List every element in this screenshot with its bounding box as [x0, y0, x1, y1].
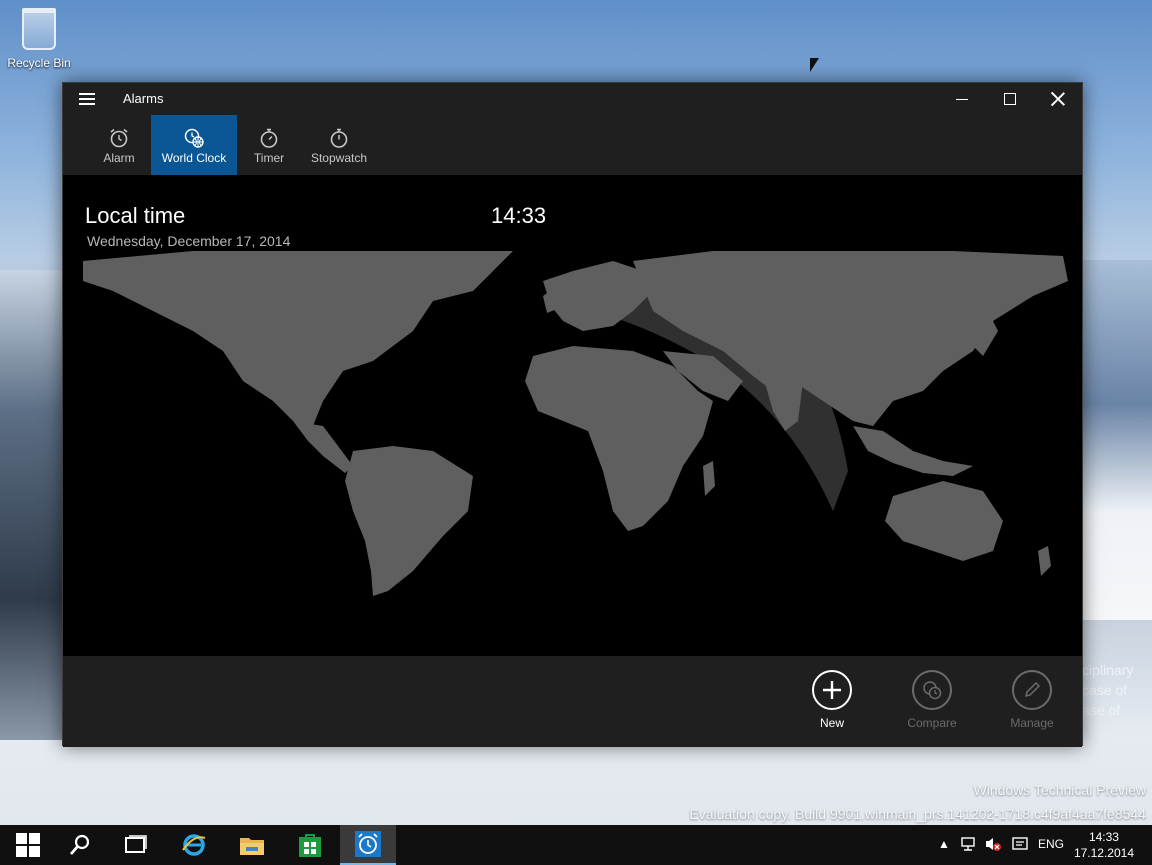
background-window-text: ciplinary case of ase of: [1082, 660, 1152, 720]
manage-button[interactable]: Manage: [992, 670, 1072, 730]
tab-alarm[interactable]: Alarm: [87, 115, 151, 175]
command-bar: New Compare Manage: [63, 656, 1082, 747]
search-icon: [69, 834, 90, 855]
alarms-app-icon: [355, 831, 381, 857]
file-explorer-button[interactable]: [224, 825, 280, 865]
start-button[interactable]: [0, 825, 56, 865]
hamburger-menu-icon[interactable]: [79, 93, 95, 105]
desktop-wallpaper-mountain-right: [1072, 260, 1152, 620]
compare-button[interactable]: Compare: [892, 670, 972, 730]
stopwatch-icon: [330, 128, 348, 148]
folder-icon: [240, 838, 264, 855]
maximize-button[interactable]: [986, 83, 1034, 115]
compare-button-label: Compare: [907, 716, 957, 730]
tab-bar: Alarm World Clock Timer Stopwatch: [63, 115, 1082, 175]
maximize-icon: [1004, 93, 1016, 105]
compare-clocks-icon: [912, 670, 952, 710]
search-button[interactable]: [52, 825, 108, 865]
show-hidden-icons-chevron-up-icon[interactable]: ▲: [938, 837, 950, 851]
tab-stopwatch[interactable]: Stopwatch: [301, 115, 377, 175]
pencil-icon: [1012, 670, 1052, 710]
minimize-icon: [956, 98, 968, 100]
store-button[interactable]: [282, 825, 338, 865]
internet-explorer-button[interactable]: [166, 825, 222, 865]
new-button[interactable]: New: [792, 670, 872, 730]
window-title: Alarms: [123, 91, 164, 106]
watermark-edition: Windows Technical Preview: [973, 782, 1146, 798]
recycle-bin-shortcut[interactable]: Recycle Bin: [6, 8, 72, 72]
background-text-line: ase of: [1082, 702, 1121, 718]
internet-explorer-icon: [182, 834, 206, 856]
volume-muted-icon[interactable]: [984, 836, 1002, 855]
recycle-bin-label: Recycle Bin: [7, 56, 71, 70]
manage-button-label: Manage: [1010, 716, 1054, 730]
tab-world-clock[interactable]: World Clock: [151, 115, 237, 175]
recycle-bin-icon: [22, 8, 56, 50]
store-icon: [299, 834, 321, 857]
close-button[interactable]: [1034, 83, 1082, 115]
alarms-taskbar-button[interactable]: [340, 825, 396, 865]
action-center-icon[interactable]: [1012, 836, 1028, 855]
tab-timer-label: Timer: [253, 151, 285, 165]
world-clock-icon: [184, 128, 204, 148]
background-text-line: ciplinary: [1082, 662, 1134, 678]
taskbar-clock[interactable]: 14:33 17.12.2014: [1074, 829, 1134, 861]
add-icon: [812, 670, 852, 710]
taskbar: ▲ ENG 14:33 17.12.2014: [0, 825, 1152, 865]
taskbar-time: 14:33: [1088, 830, 1119, 844]
alarm-clock-icon: [110, 128, 128, 148]
taskbar-date: 17.12.2014: [1073, 846, 1134, 860]
language-indicator[interactable]: ENG: [1038, 837, 1064, 851]
local-time-value: 14:33: [491, 203, 547, 228]
timer-icon: [260, 128, 278, 148]
title-bar[interactable]: Alarms: [63, 83, 1082, 115]
close-icon: [1051, 92, 1065, 106]
tab-world-clock-label: World Clock: [161, 151, 227, 165]
watermark-build: Evaluation copy. Build 9901.winmain_prs.…: [689, 806, 1146, 822]
tab-timer[interactable]: Timer: [237, 115, 301, 175]
task-view-icon: [125, 835, 147, 853]
minimize-button[interactable]: [938, 83, 986, 115]
mouse-cursor-icon: [810, 58, 819, 72]
alarms-window: Alarms Alarm World Clock Timer Stopwatch…: [62, 82, 1083, 747]
world-map[interactable]: [73, 251, 1073, 621]
tab-alarm-label: Alarm: [103, 151, 135, 165]
background-text-line: case of: [1082, 682, 1128, 698]
network-icon[interactable]: [960, 836, 976, 855]
local-date: Wednesday, December 17, 2014: [87, 233, 291, 249]
tab-stopwatch-label: Stopwatch: [310, 151, 368, 165]
new-button-label: New: [819, 716, 844, 730]
world-clock-map-panel: Local time 14:33 Wednesday, December 17,…: [63, 175, 1082, 656]
local-time-title: Local time: [85, 203, 186, 228]
windows-logo-icon: [16, 833, 40, 857]
task-view-button[interactable]: [108, 825, 164, 865]
